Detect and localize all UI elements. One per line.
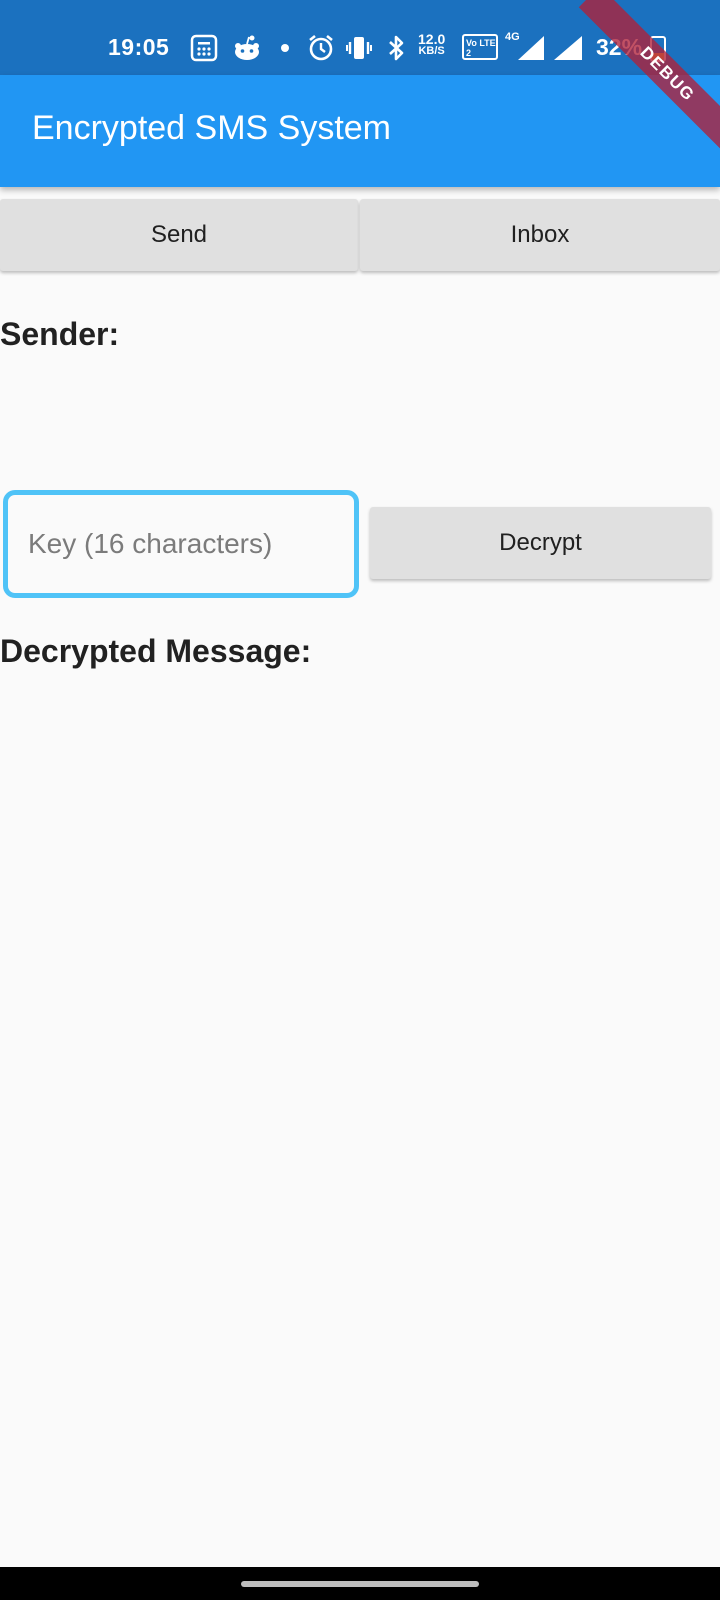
home-gesture-handle[interactable]: [241, 1581, 479, 1587]
send-button[interactable]: Send: [0, 199, 358, 271]
system-nav-bar: [0, 1567, 720, 1600]
decrypted-message-label: Decrypted Message:: [0, 633, 312, 669]
inbox-button[interactable]: Inbox: [360, 199, 720, 271]
volte-badge: Vo LTE 2: [462, 34, 498, 60]
decrypt-button[interactable]: Decrypt: [370, 507, 711, 579]
alarm-icon: [307, 34, 335, 62]
key-input[interactable]: [3, 490, 359, 598]
signal-icon-2: [552, 34, 584, 62]
app-title: Encrypted SMS System: [32, 109, 392, 147]
network-speed: 12.0 KB/S: [418, 32, 445, 57]
sender-label: Sender:: [0, 316, 120, 352]
network-speed-value: 12.0: [418, 31, 446, 47]
bluetooth-icon: [386, 34, 406, 62]
dot-icon: [280, 34, 290, 62]
calculator-icon: [190, 34, 218, 62]
reddit-icon: [232, 34, 262, 62]
signal-icon: [516, 34, 546, 62]
network-speed-unit: KB/S: [418, 45, 445, 57]
vibrate-icon: [346, 34, 372, 62]
status-time: 19:05: [108, 34, 170, 60]
app-bar: Encrypted SMS System: [0, 75, 720, 187]
